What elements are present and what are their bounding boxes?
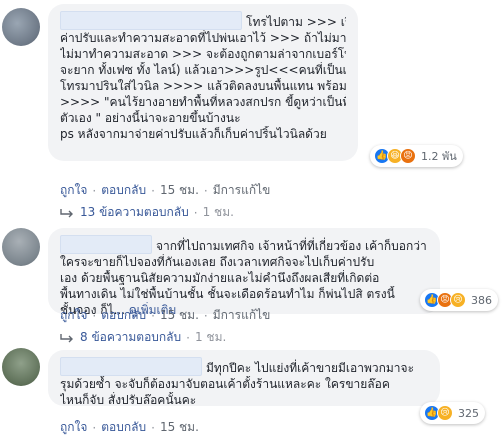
- edited-label[interactable]: มีการแก้ไข: [213, 306, 271, 325]
- reply-link[interactable]: ตอบกลับ: [101, 418, 146, 437]
- replies-time: 1 ชม.: [202, 205, 234, 219]
- like-link[interactable]: ถูกใจ: [60, 306, 87, 325]
- replies-time: 1 ชม.: [194, 330, 227, 344]
- comment-text-line: ไม่มาทำความสะอาด >>> จะต้องถูกตามล่าจากเ…: [60, 47, 346, 61]
- comment-text-line: โทรไปตาม >>> เรียกมาจ่าย: [246, 15, 346, 29]
- redacted-name[interactable]: [60, 235, 152, 254]
- comment-time[interactable]: 15 ชม.: [160, 418, 199, 437]
- redacted-name[interactable]: [60, 11, 242, 30]
- reaction-count: 386: [471, 293, 492, 307]
- reply-link[interactable]: ตอบกลับ: [101, 306, 146, 325]
- redacted-name[interactable]: [60, 357, 202, 376]
- reply-link[interactable]: ตอบกลับ: [101, 181, 146, 200]
- like-link[interactable]: ถูกใจ: [60, 181, 87, 200]
- comment-bubble: จากที่ไปถามเทศกิจ เจ้าหน้าที่ที่เกี่ยวข้…: [48, 228, 440, 317]
- comment-time[interactable]: 15 ชม.: [160, 181, 199, 200]
- comment-text-line: ps หลังจากมาจ่ายค่าปรับแล้วก็เก็บค่าปริ้…: [60, 127, 327, 141]
- replies-count-label: 8 ข้อความตอบกลับ: [80, 330, 182, 344]
- comment-actions: ถูกใจ · ตอบกลับ · 15 ชม.: [60, 418, 199, 437]
- reply-arrow-icon: [60, 208, 73, 217]
- view-replies-link[interactable]: 13 ข้อความตอบกลับ · 1 ชม.: [60, 203, 234, 222]
- view-replies-link[interactable]: 8 ข้อความตอบกลับ · 1 ชม.: [60, 328, 226, 347]
- comment-text-line: รุมด้วยซ้ำ จะจับก็ต้องมาจับตอนเค้าตั้งร้…: [60, 377, 390, 391]
- comment-actions: ถูกใจ · ตอบกลับ · 15 ชม. · มีการแก้ไข: [60, 181, 270, 200]
- comment-text-line: จะยาก ทั้งเฟซ ทั้ง ไลน์) แล้วเอา>>>รูป<<…: [60, 63, 346, 77]
- reaction-count: 1.2 พัน: [421, 150, 457, 163]
- reaction-count: 325: [458, 406, 479, 420]
- replies-count-label: 13 ข้อความตอบกลับ: [80, 205, 189, 219]
- commenter-avatar[interactable]: [2, 348, 40, 386]
- comment-text-line: ไหนก็จับ สั่งปรับล๊อคนั้นคะ: [60, 393, 197, 407]
- sad-reaction-icon: 😢: [437, 405, 453, 421]
- reaction-summary[interactable]: 👍 😆 😡 1.2 พัน: [370, 145, 463, 167]
- commenter-avatar[interactable]: [2, 8, 40, 46]
- comment-text-line: ตัวเอง " อย่างนี้น่าจะอายขึ้นบ้างนะ: [60, 111, 241, 125]
- comment-time[interactable]: 15 ชม.: [160, 306, 199, 325]
- edited-label[interactable]: มีการแก้ไข: [213, 181, 271, 200]
- reaction-summary[interactable]: 👍 😢 325: [420, 402, 485, 424]
- comment-text-line: เอง ด้วยพื้นฐานนิสัยความมักง่ายและไม่คำน…: [60, 271, 380, 285]
- comment-text-line: >>>> "คนไร้ยางอายทำพื้นที่หลวงสกปรก ขี้ด…: [60, 95, 346, 109]
- comment-text-line: มีทุกปีคะ ไปแย่งที่เค้าขายมีเอาพวกมาจะ: [206, 361, 415, 375]
- comment-text-line: โทรมาปรินใส่ไวนิล >>>> แล้วติดลงบนพื้นแท…: [60, 79, 346, 93]
- comment-text-line: ค่าปรับและทำความสะอาดที่ไปพ่นเอาไว้ >>> …: [60, 31, 346, 45]
- reaction-summary[interactable]: 👍 😡 😢 386: [420, 289, 498, 311]
- comment-bubble: มีทุกปีคะ ไปแย่งที่เค้าขายมีเอาพวกมาจะ ร…: [48, 350, 440, 407]
- sad-reaction-icon: 😢: [450, 292, 466, 308]
- comment-bubble: โทรไปตาม >>> เรียกมาจ่าย ค่าปรับและทำควา…: [48, 4, 358, 161]
- comment-actions: ถูกใจ · ตอบกลับ · 15 ชม. · มีการแก้ไข: [60, 306, 270, 325]
- angry-reaction-icon: 😡: [400, 148, 416, 164]
- comment-text-line: พื้นทางเดิน ไม่ใช่พื้นบ้านชั้น ชั้นจะเดื…: [60, 287, 395, 301]
- reply-arrow-icon: [60, 333, 73, 342]
- comment-text-line: จากที่ไปถามเทศกิจ เจ้าหน้าที่ที่เกี่ยวข้…: [156, 239, 427, 253]
- commenter-avatar[interactable]: [2, 228, 40, 266]
- comment-text-line: ใครจะขายก็ไปจองที่กันเองเลย ถึงเวลาเทศกิ…: [60, 255, 375, 269]
- like-link[interactable]: ถูกใจ: [60, 418, 87, 437]
